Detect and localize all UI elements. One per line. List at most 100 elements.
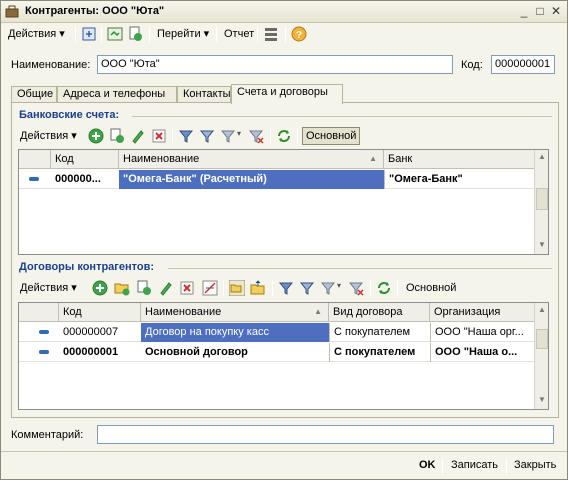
bank-accounts-table: Код Наименование ▲ Банк 000000... "Омега… [18, 149, 549, 255]
contracts-title: Договоры контрагентов: [19, 261, 155, 273]
toolbar-separator [172, 128, 173, 144]
save-button[interactable]: Записать [451, 459, 498, 471]
column-header-name[interactable]: Наименование ▲ [119, 150, 384, 169]
tab-contacts[interactable]: Контакты [177, 86, 231, 103]
column-header-org[interactable]: Организация [430, 303, 535, 322]
contractor-window: Контрагенты: ООО "Юта" _ □ ✕ Действия ▾ … [0, 0, 568, 480]
contracts-table-scrollbar[interactable]: ▲ ▼ [534, 303, 548, 409]
bank-row-name: "Омега-Банк" (Расчетный) [119, 170, 384, 189]
goto-menu[interactable]: Перейти ▾ [154, 25, 212, 43]
row-marker-icon [39, 350, 49, 354]
chevron-down-icon[interactable]: ▾ [237, 129, 241, 138]
refresh-form-icon[interactable] [107, 26, 123, 42]
scroll-down-icon[interactable]: ▼ [536, 239, 548, 252]
column-header-bank[interactable]: Банк [384, 150, 535, 169]
toolbar-separator [223, 280, 224, 296]
filter-icon[interactable] [178, 128, 194, 144]
clear-filter-icon[interactable] [348, 280, 364, 296]
toolbar-separator [216, 26, 217, 42]
save-close-icon[interactable] [81, 26, 97, 42]
add-icon[interactable] [88, 128, 104, 144]
delete-icon[interactable] [151, 128, 167, 144]
copy-icon[interactable] [109, 128, 125, 144]
bank-table-scrollbar[interactable]: ▲ ▼ [534, 150, 548, 254]
contracts-table: Код Наименование ▲ Вид договора Организа… [18, 302, 549, 410]
minimize-icon[interactable]: _ [516, 4, 532, 20]
folder-up-icon[interactable] [250, 280, 266, 296]
footer-separator [506, 458, 507, 474]
goto-menu-label: Перейти [157, 28, 201, 40]
row-mark-header [19, 150, 51, 169]
sort-icon: ▲ [369, 154, 377, 163]
bank-main-button[interactable]: Основной [302, 127, 361, 145]
edit-icon[interactable] [158, 280, 174, 296]
tab-accounts-contracts[interactable]: Счета и договоры [231, 84, 343, 104]
close-button[interactable]: Закрыть [514, 459, 556, 471]
main-toolbar: Действия ▾ Перейти ▾ Отчет ? [3, 23, 567, 45]
column-header-name-label: Наименование [123, 153, 200, 165]
clear-filter-icon[interactable] [248, 128, 264, 144]
column-header-kind[interactable]: Вид договора [329, 303, 430, 322]
maximize-icon[interactable]: □ [532, 4, 548, 20]
app-icon [5, 5, 19, 18]
filter-icon[interactable] [278, 280, 294, 296]
filter-history-icon[interactable] [320, 280, 336, 296]
contracts-main-button[interactable]: Основной [406, 279, 456, 297]
copy-doc-icon[interactable] [127, 26, 143, 42]
ok-button[interactable]: OK [419, 459, 436, 471]
report-button[interactable]: Отчет [221, 25, 257, 43]
scroll-down-icon[interactable]: ▼ [536, 394, 548, 407]
scroll-up-icon[interactable]: ▲ [536, 304, 548, 317]
structure-icon[interactable] [263, 26, 279, 42]
toolbar-separator [101, 26, 102, 42]
toolbar-separator [285, 26, 286, 42]
filter-history-icon[interactable] [220, 128, 236, 144]
hierarchy-icon[interactable] [229, 280, 245, 296]
tab-panel: Банковские счета: Действия ▾ ▾ Основной … [11, 102, 559, 418]
bank-actions-menu[interactable]: Действия ▾ [20, 127, 77, 145]
add-icon[interactable] [92, 280, 108, 296]
help-icon[interactable]: ? [291, 26, 307, 42]
close-icon[interactable]: ✕ [548, 4, 564, 20]
chevron-down-icon[interactable]: ▾ [337, 281, 341, 290]
column-header-code[interactable]: Код [59, 303, 141, 322]
row-marker-icon [29, 177, 39, 181]
copy-icon[interactable] [136, 280, 152, 296]
contract-row-org: ООО "Наша орг... [430, 323, 535, 342]
column-header-code[interactable]: Код [51, 150, 119, 169]
svg-text:?: ? [296, 30, 302, 41]
tab-general[interactable]: Общие [11, 86, 57, 103]
actions-menu-label: Действия [8, 28, 57, 40]
toolbar-separator [75, 26, 76, 42]
toolbar-separator [257, 26, 258, 42]
name-field[interactable]: ООО "Юта" [97, 55, 453, 74]
scroll-thumb[interactable] [536, 329, 548, 349]
table-row[interactable]: 000000007 Договор на покупку касс С поку… [19, 323, 535, 342]
scroll-up-icon[interactable]: ▲ [536, 151, 548, 164]
mark-deletion-icon[interactable] [202, 280, 218, 296]
table-row[interactable]: 000000001 Основной договор С покупателем… [19, 343, 535, 362]
contracts-actions-menu[interactable]: Действия ▾ [20, 279, 77, 297]
actions-menu[interactable]: Действия ▾ [5, 25, 68, 43]
filter-by-value-icon[interactable] [299, 280, 315, 296]
edit-icon[interactable] [130, 128, 146, 144]
contracts-toolbar: Действия ▾ ▾ Основной [16, 277, 556, 299]
name-label: Наименование: [11, 59, 91, 71]
refresh-icon[interactable] [276, 128, 292, 144]
delete-icon[interactable] [179, 280, 195, 296]
bank-actions-label: Действия [20, 130, 69, 142]
code-field[interactable]: 000000001 [491, 55, 555, 74]
toolbar-separator [370, 280, 371, 296]
add-folder-icon[interactable] [114, 280, 130, 296]
comment-field[interactable] [97, 425, 554, 444]
column-header-name[interactable]: Наименование ▲ [141, 303, 329, 322]
tab-addresses[interactable]: Адреса и телефоны [57, 86, 177, 103]
contracts-actions-label: Действия [20, 282, 69, 294]
scroll-thumb[interactable] [536, 188, 548, 210]
code-label: Код: [461, 59, 483, 71]
filter-by-value-icon[interactable] [199, 128, 215, 144]
contract-row-code: 000000007 [63, 326, 119, 338]
refresh-icon[interactable] [376, 280, 392, 296]
table-row[interactable]: 000000... "Омега-Банк" (Расчетный) "Омег… [19, 170, 535, 189]
contract-row-org: ООО "Наша о... [430, 343, 535, 362]
